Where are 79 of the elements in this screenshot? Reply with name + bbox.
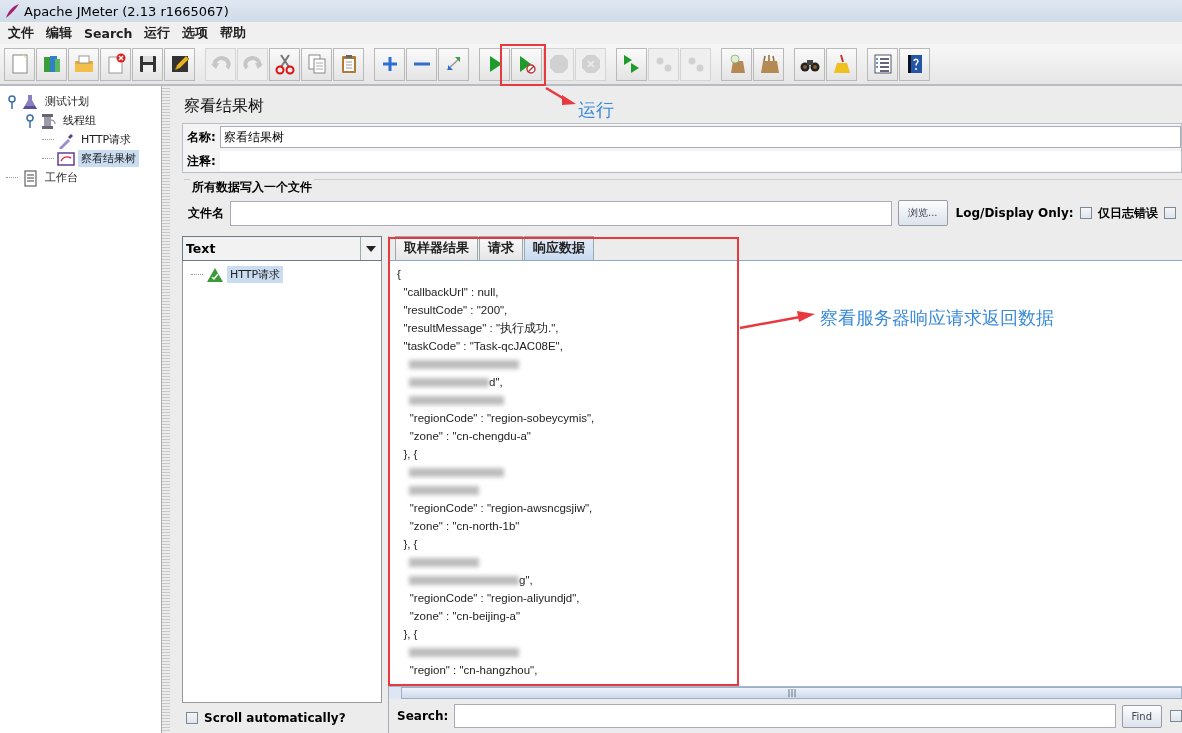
horizontal-scrollbar[interactable] [389,686,1182,699]
tree-item[interactable]: 线程组 [60,112,99,129]
octagon-x-icon [579,53,602,75]
tree-item[interactable]: HTTP请求 [78,131,135,148]
field-label: 名称: [186,128,217,146]
tab[interactable]: 响应数据 [524,236,594,260]
toolbar-button[interactable] [164,47,195,81]
comment-field[interactable] [219,151,1181,171]
field-label: Log/Display Only: [955,206,1074,220]
folder-icon [72,53,95,75]
code-line: "zone" : "cn-chengdu-a" [408,430,531,442]
minus-icon [413,62,430,66]
toolbar-button[interactable] [132,47,163,81]
menu-item[interactable]: Search [78,23,139,43]
callout-text: 察看服务器响应请求返回数据 [820,306,1054,330]
code-line: }, { [402,628,418,640]
browse-button[interactable]: 浏览... [898,200,948,226]
code-line: "region" : "cn-hangzhou", [408,664,538,676]
flask-icon [21,92,39,111]
search-field[interactable] [454,704,1116,728]
toolbar-button[interactable] [794,47,825,81]
expanded-handle-icon[interactable] [6,93,18,110]
panel-title: 察看结果树 [183,95,265,117]
code-line: "zone" : "cn-beijing-a" [408,610,521,622]
tree-item[interactable]: 测试计划 [42,93,92,110]
menu-item[interactable]: 选项 [176,22,215,44]
checkbox[interactable] [1170,710,1182,722]
checkbox-label: 仅日志错误 [1097,204,1158,222]
response-text-area[interactable] [389,261,1182,686]
octagon-icon [547,53,570,75]
grip-icon [787,689,796,697]
find-button[interactable]: Find [1121,704,1162,728]
notepad-icon [21,168,39,187]
spool-icon [39,111,57,130]
code-line: "regionCode" : "region-awsncgsjiw", [408,502,593,514]
tab[interactable]: 取样器结果 [395,236,478,260]
callout-text: 运行 [578,98,614,122]
code-line: }, { [402,538,418,550]
name-field[interactable]: 察看结果树 [219,126,1181,148]
callout-arrow [545,86,576,105]
code-line: "callbackUrl" : null, [402,286,499,298]
list-icon [871,53,894,75]
tree-item[interactable]: HTTP请求 [227,266,284,283]
copy-icon [305,53,328,75]
menu-item[interactable]: 编辑 [40,22,78,44]
chart-window-icon [57,149,75,168]
field-label: Search: [397,709,449,723]
scissors-icon [273,53,296,75]
code-line: "resultMessage" : "执行成功.", [402,320,559,336]
code-line: "zone" : "cn-north-1b" [408,520,520,532]
tree-item[interactable]: 工作台 [42,169,81,186]
section-title: 所有数据写入一个文件 [190,179,314,196]
code-line: "resultCode" : "200", [402,304,508,316]
dropdown-arrow-icon [366,245,376,252]
code-line: d", [489,376,503,388]
checkbox[interactable] [186,712,198,724]
field-label: 文件名 [188,204,224,222]
filename-field[interactable] [230,200,892,226]
highlight-box [500,44,546,86]
checkbox[interactable] [1163,207,1176,219]
code-line: { [397,268,401,280]
tab[interactable]: 请求 [479,236,523,260]
menu-item[interactable]: 运行 [138,22,177,44]
toolbar-button[interactable] [899,47,930,81]
code-line: "regionCode" : "region-aliyundjd", [408,592,580,604]
renderer-dropdown[interactable]: Text [182,236,382,261]
code-line: g", [519,574,533,586]
expanded-handle-icon[interactable] [24,112,36,129]
code-line: "taskCode" : "Task-qcJAC08E", [402,340,563,352]
menu-item[interactable]: 文件 [2,22,40,44]
tree-item[interactable]: 察看结果树 [78,150,139,167]
window-title: Apache JMeter (2.13 r1665067) [24,3,229,19]
code-line: }, { [402,448,418,460]
checkbox-label: Scroll automatically? [204,711,346,725]
checkbox[interactable] [1079,207,1092,219]
field-label: 注释: [186,152,217,170]
feather-icon [4,3,20,19]
code-line: "regionCode" : "region-sobeycymis", [408,412,595,424]
menu-item[interactable]: 帮助 [214,22,253,44]
